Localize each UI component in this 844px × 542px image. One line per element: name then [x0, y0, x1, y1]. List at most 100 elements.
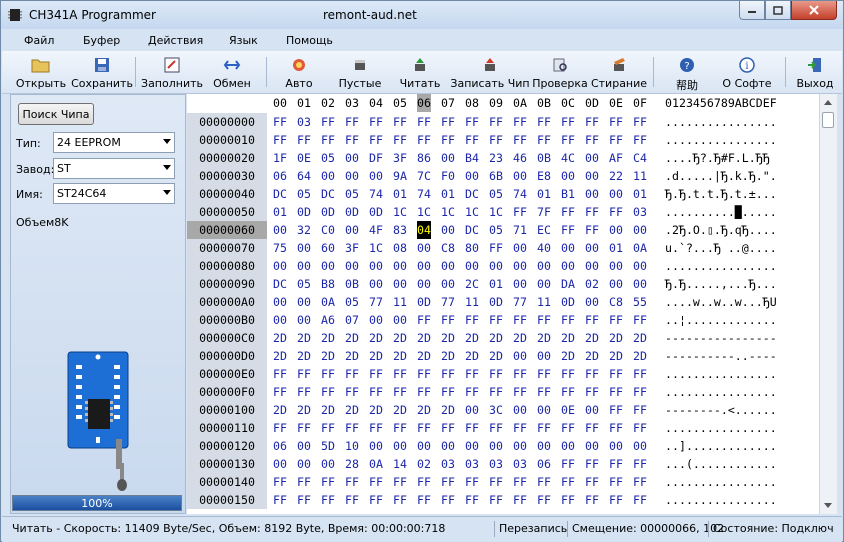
hex-byte[interactable]: FF: [585, 221, 599, 239]
hex-byte[interactable]: FF: [273, 113, 287, 131]
hex-byte[interactable]: 86: [417, 149, 431, 167]
hex-byte[interactable]: FF: [369, 113, 383, 131]
fill-button[interactable]: Заполнить: [141, 51, 203, 93]
hex-byte[interactable]: 2D: [489, 329, 503, 347]
hex-byte[interactable]: 00: [321, 455, 335, 473]
hex-byte[interactable]: FF: [513, 113, 527, 131]
hex-byte[interactable]: 00: [609, 275, 623, 293]
hex-byte[interactable]: 11: [537, 293, 551, 311]
hex-byte[interactable]: 77: [513, 293, 527, 311]
blank-check-button[interactable]: Пустые: [336, 51, 384, 93]
hex-byte[interactable]: FF: [489, 473, 503, 491]
write-chip-button[interactable]: Записать Чип: [450, 51, 530, 93]
hex-byte[interactable]: FF: [393, 473, 407, 491]
hex-byte[interactable]: FF: [393, 131, 407, 149]
hex-byte[interactable]: FF: [393, 491, 407, 509]
hex-row[interactable]: 00000080 00 00 00 00 00 00 00 00 00 00 00 00 00 00 00 00…: [187, 257, 819, 275]
hex-byte[interactable]: 00: [417, 437, 431, 455]
hex-byte[interactable]: 00: [369, 257, 383, 275]
help-button[interactable]: ? 帮助: [670, 51, 704, 93]
hex-byte[interactable]: 2D: [393, 329, 407, 347]
hex-byte[interactable]: FF: [393, 419, 407, 437]
hex-byte[interactable]: FF: [633, 383, 647, 401]
hex-byte[interactable]: 1C: [441, 203, 455, 221]
hex-byte[interactable]: 00: [537, 347, 551, 365]
scroll-up-icon[interactable]: [824, 100, 832, 105]
hex-byte[interactable]: 03: [465, 455, 479, 473]
type-select[interactable]: 24 EEPROM: [53, 132, 175, 153]
hex-byte[interactable]: C4: [633, 149, 647, 167]
hex-row[interactable]: 00000130 00 00 00 28 0A 14 02 03 03 03 03 06 FF FF FF FF…: [187, 455, 819, 473]
hex-byte[interactable]: FF: [633, 365, 647, 383]
hex-row[interactable]: 000000E0 FF FF FF FF FF FF FF FF FF FF FF FF FF FF FF FF…: [187, 365, 819, 383]
hex-byte[interactable]: 0E: [561, 401, 575, 419]
maximize-button[interactable]: [765, 1, 791, 20]
hex-byte[interactable]: 00: [609, 221, 623, 239]
hex-byte[interactable]: 23: [489, 149, 503, 167]
hex-byte[interactable]: FF: [513, 131, 527, 149]
hex-byte[interactable]: 46: [513, 149, 527, 167]
hex-byte[interactable]: 05: [345, 293, 359, 311]
hex-byte[interactable]: 32: [297, 221, 311, 239]
hex-byte[interactable]: 0A: [369, 455, 383, 473]
hex-row-ascii[interactable]: --------.<......: [665, 401, 777, 419]
hex-byte[interactable]: FF: [297, 419, 311, 437]
hex-row-ascii[interactable]: ...(............: [665, 455, 777, 473]
vertical-scrollbar[interactable]: [819, 94, 837, 514]
hex-byte[interactable]: 00: [609, 257, 623, 275]
hex-byte[interactable]: FF: [489, 365, 503, 383]
hex-byte[interactable]: FF: [369, 491, 383, 509]
hex-byte[interactable]: FF: [489, 131, 503, 149]
hex-byte[interactable]: 40: [537, 239, 551, 257]
hex-byte[interactable]: 80: [465, 239, 479, 257]
hex-byte[interactable]: FF: [369, 473, 383, 491]
hex-byte[interactable]: FF: [489, 113, 503, 131]
hex-byte[interactable]: 00: [441, 437, 455, 455]
save-button[interactable]: Сохранить: [71, 51, 133, 93]
hex-byte[interactable]: FF: [585, 365, 599, 383]
hex-byte[interactable]: AF: [609, 149, 623, 167]
hex-byte[interactable]: FF: [561, 419, 575, 437]
hex-byte[interactable]: 02: [585, 275, 599, 293]
hex-byte[interactable]: 2D: [345, 401, 359, 419]
hex-byte[interactable]: 74: [369, 185, 383, 203]
hex-byte[interactable]: 0A: [321, 293, 335, 311]
hex-byte[interactable]: B1: [561, 185, 575, 203]
hex-byte[interactable]: FF: [417, 419, 431, 437]
hex-byte[interactable]: 00: [297, 311, 311, 329]
hex-byte[interactable]: 06: [273, 437, 287, 455]
hex-byte[interactable]: FF: [417, 473, 431, 491]
hex-byte[interactable]: 77: [369, 293, 383, 311]
hex-byte[interactable]: FF: [393, 383, 407, 401]
hex-byte[interactable]: 00: [537, 437, 551, 455]
hex-byte[interactable]: FF: [441, 365, 455, 383]
hex-row[interactable]: 00000140 FF FF FF FF FF FF FF FF FF FF FF FF FF FF FF FF…: [187, 473, 819, 491]
hex-byte[interactable]: FF: [537, 491, 551, 509]
hex-byte[interactable]: FF: [441, 473, 455, 491]
hex-row-ascii[interactable]: ................: [665, 491, 777, 509]
hex-byte[interactable]: 0D: [345, 203, 359, 221]
hex-byte[interactable]: FF: [537, 113, 551, 131]
hex-byte[interactable]: 00: [417, 257, 431, 275]
hex-byte[interactable]: FF: [609, 203, 623, 221]
hex-byte[interactable]: FF: [417, 131, 431, 149]
hex-byte[interactable]: FF: [513, 311, 527, 329]
hex-byte[interactable]: EC: [537, 221, 551, 239]
hex-byte[interactable]: 2D: [345, 329, 359, 347]
hex-byte[interactable]: 77: [441, 293, 455, 311]
hex-byte[interactable]: 03: [297, 113, 311, 131]
hex-byte[interactable]: 2D: [297, 401, 311, 419]
hex-row[interactable]: 00000020 1F 0E 05 00 DF 3F 86 00 B4 23 46 0B 4C 00 AF C4…: [187, 149, 819, 167]
hex-byte[interactable]: 2D: [273, 329, 287, 347]
hex-byte[interactable]: 05: [321, 149, 335, 167]
hex-byte[interactable]: FF: [633, 113, 647, 131]
exit-button[interactable]: Выход: [796, 51, 834, 93]
hex-row-ascii[interactable]: ................: [665, 257, 777, 275]
hex-row[interactable]: 000000D0 2D 2D 2D 2D 2D 2D 2D 2D 2D 2D 00 00 2D 2D 2D 2D…: [187, 347, 819, 365]
hex-byte[interactable]: 2D: [345, 347, 359, 365]
hex-row-ascii[interactable]: ................: [665, 365, 777, 383]
hex-byte[interactable]: FF: [585, 383, 599, 401]
hex-byte[interactable]: 2D: [393, 347, 407, 365]
hex-byte[interactable]: FF: [417, 491, 431, 509]
menu-actions[interactable]: Действия: [148, 34, 203, 47]
